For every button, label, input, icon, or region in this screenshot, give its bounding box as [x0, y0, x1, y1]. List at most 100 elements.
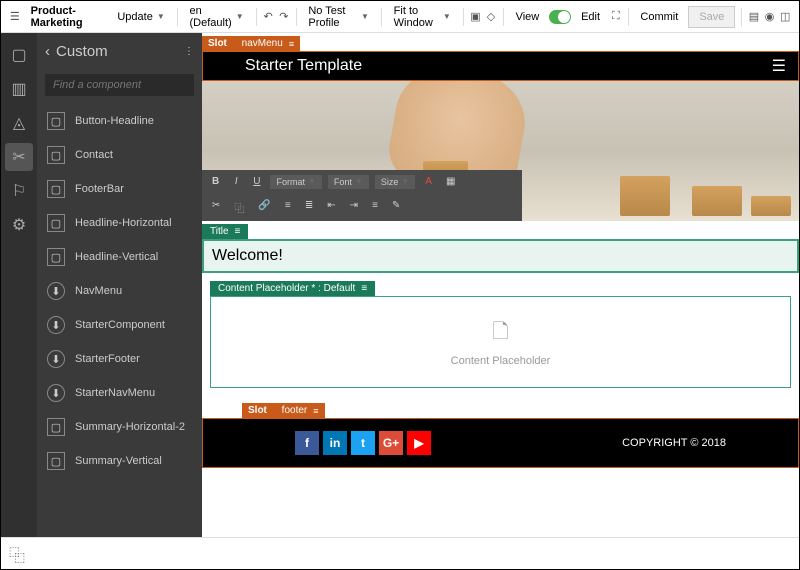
pin-icon[interactable]: ◉ [764, 9, 776, 25]
sidebar-menu-icon[interactable]: ⋮ [184, 46, 194, 57]
social-icons: f in t G+ ▶ [295, 431, 431, 455]
rte-size[interactable]: Size▼ [375, 175, 415, 189]
top-toolbar: ☰ Product-Marketing Update▼ en (Default)… [1, 1, 799, 33]
sidebar-header[interactable]: ‹ Custom ⋮ [37, 33, 202, 70]
component-label: StarterNavMenu [75, 387, 155, 399]
component-label: Summary-Horizontal-2 [75, 421, 185, 433]
undo-icon[interactable]: ↶ [262, 9, 274, 25]
component-icon: ▢ [47, 214, 65, 232]
rte-copy-icon[interactable]: ⿻ [230, 198, 248, 217]
component-icon: ⬇ [47, 350, 65, 368]
commit-button[interactable]: Commit [634, 8, 684, 26]
content-placeholder[interactable]: 🗋 Content Placeholder [210, 296, 791, 388]
googleplus-icon[interactable]: G+ [379, 431, 403, 455]
search-input[interactable] [45, 74, 194, 96]
rail-settings-icon[interactable]: ⚙ [5, 211, 33, 239]
content-placeholder-tag[interactable]: Content Placeholder * : Default≡ [210, 281, 375, 296]
view-label: View [510, 8, 546, 26]
rte-outdent-icon[interactable]: ⇤ [323, 198, 339, 217]
title-tag[interactable]: Title≡ [202, 224, 248, 239]
cp-menu-icon[interactable]: ≡ [361, 283, 367, 294]
component-icon: ⬇ [47, 384, 65, 402]
twitter-icon[interactable]: t [351, 431, 375, 455]
rail-components-icon[interactable]: ✂ [5, 143, 33, 171]
rte-color[interactable]: A [421, 174, 436, 189]
youtube-icon[interactable]: ▶ [407, 431, 431, 455]
rte-underline[interactable]: U [249, 174, 264, 189]
linkedin-icon[interactable]: in [323, 431, 347, 455]
component-label: FooterBar [75, 183, 124, 195]
component-item[interactable]: ⬇StarterFooter [37, 342, 202, 376]
bottom-bar: ⿻ [1, 537, 799, 569]
mode-icon[interactable]: ▣ [470, 9, 482, 25]
rte-align-icon[interactable]: ≡ [368, 198, 382, 217]
view-edit-toggle[interactable] [549, 10, 571, 24]
tag-icon[interactable]: ◇ [485, 9, 497, 25]
component-item[interactable]: ▢Summary-Horizontal-2 [37, 410, 202, 444]
menu-icon[interactable]: ☰ [9, 9, 21, 25]
rte-clear-icon[interactable]: ✎ [388, 198, 404, 217]
rte-indent-icon[interactable]: ⇥ [346, 198, 362, 217]
rte-format[interactable]: Format▼ [270, 175, 321, 189]
component-label: StarterComponent [75, 319, 165, 331]
component-item[interactable]: ⬇ StarterNavMenu [37, 376, 202, 410]
component-item[interactable]: ⬇ NavMenu [37, 274, 202, 308]
component-icon: ▢ [47, 180, 65, 198]
slot-nav-tag[interactable]: Slot navMenu ≡ [202, 36, 300, 51]
product-selector[interactable]: Product-Marketing [25, 2, 108, 32]
left-rail: ▢ ▥ ◬ ✂ ⚐ ⚙ [1, 33, 37, 537]
rail-pages-icon[interactable]: ▢ [5, 41, 33, 69]
rte-bold[interactable]: B [208, 174, 223, 189]
component-item[interactable]: ▢Headline-Vertical [37, 240, 202, 274]
title-input[interactable]: Welcome! [202, 239, 799, 273]
component-icon: ▢ [47, 452, 65, 470]
slot-footer-tag[interactable]: Slot footer ≡ [242, 403, 325, 418]
rte-font[interactable]: Font▼ [328, 175, 369, 189]
rail-layout-icon[interactable]: ▥ [5, 75, 33, 103]
component-item[interactable]: ▢ FooterBar [37, 172, 202, 206]
slot-menu-icon[interactable]: ≡ [289, 39, 294, 49]
rte-ul-icon[interactable]: ≡ [281, 198, 295, 217]
nav-title: Starter Template [215, 57, 362, 75]
component-item[interactable]: ▢ Headline-Horizontal [37, 206, 202, 240]
fit-dropdown[interactable]: Fit to Window▼ [388, 2, 457, 32]
component-icon: ▢ [47, 248, 65, 266]
rte-link-icon[interactable]: 🔗 [254, 198, 274, 217]
component-label: NavMenu [75, 285, 122, 297]
component-list: ▢Button-Headline▢Contact▢FooterBar▢Headl… [37, 104, 202, 537]
title-menu-icon[interactable]: ≡ [235, 226, 241, 237]
rte-cut-icon[interactable]: ✂ [208, 198, 224, 217]
hamburger-icon[interactable]: ☰ [772, 56, 786, 76]
component-item[interactable]: ▢ Button-Headline [37, 104, 202, 138]
locale-dropdown[interactable]: en (Default)▼ [184, 2, 250, 32]
component-icon: ⬇ [47, 282, 65, 300]
component-label: Headline-Horizontal [75, 217, 172, 229]
save-button[interactable]: Save [688, 6, 735, 28]
component-icon: ▢ [47, 112, 65, 130]
slot-footer-menu-icon[interactable]: ≡ [313, 406, 318, 416]
rte-palette-icon[interactable]: ▦ [442, 174, 459, 189]
component-icon: ⬇ [47, 316, 65, 334]
component-icon: ▢ [47, 146, 65, 164]
component-item[interactable]: ▢Contact [37, 138, 202, 172]
component-item[interactable]: ⬇ StarterComponent [37, 308, 202, 342]
footer-bar: f in t G+ ▶ COPYRIGHT © 2018 [202, 418, 799, 468]
edit-label: Edit [575, 8, 606, 26]
rail-3d-icon[interactable]: ◬ [5, 109, 33, 137]
rte-ol-icon[interactable]: ≣ [301, 198, 317, 217]
facebook-icon[interactable]: f [295, 431, 319, 455]
redo-icon[interactable]: ↷ [278, 9, 290, 25]
components-sidebar: ‹ Custom ⋮ ▢Button-Headline▢Contact▢Foot… [37, 33, 202, 537]
canvas-area: Slot navMenu ≡ Starter Template ☰ B I U … [202, 33, 799, 537]
panel-icon[interactable]: ◫ [779, 9, 791, 25]
update-dropdown[interactable]: Update▼ [111, 8, 170, 26]
rte-italic[interactable]: I [229, 174, 243, 189]
component-item[interactable]: ▢Summary-Vertical [37, 444, 202, 478]
rich-text-toolbar: B I U Format▼ Font▼ Size▼ A ▦ ✂ ⿻ 🔗 ≡ ≣ … [202, 170, 522, 221]
rail-flag-icon[interactable]: ⚐ [5, 177, 33, 205]
comment-icon[interactable]: ▤ [748, 9, 760, 25]
test-profile-dropdown[interactable]: No Test Profile▼ [302, 2, 375, 32]
fullscreen-icon[interactable]: ⛶ [610, 9, 622, 25]
stack-icon[interactable]: ⿻ [9, 546, 25, 562]
component-label: Button-Headline [75, 115, 154, 127]
